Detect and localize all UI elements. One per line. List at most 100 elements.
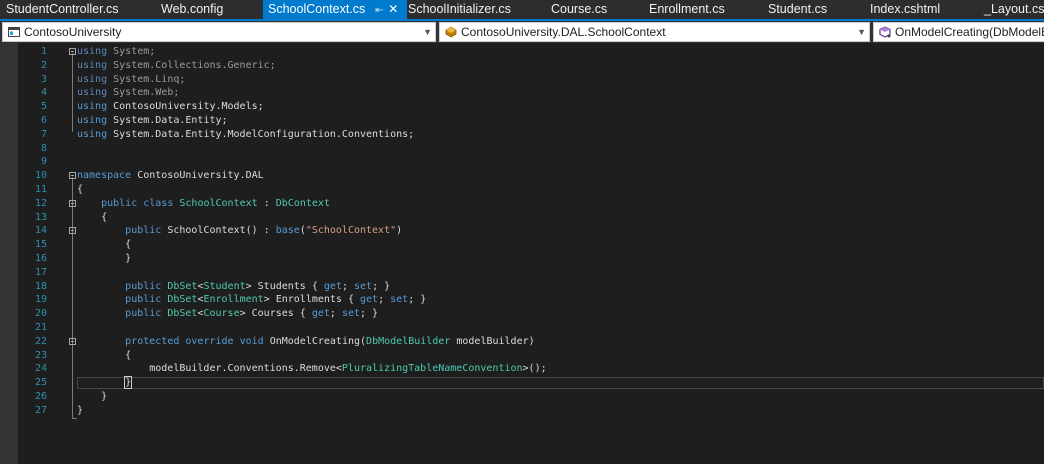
code-line[interactable]: 16 } (0, 252, 1044, 266)
line-number: 25 (34, 377, 47, 389)
code-line[interactable]: 11 { (0, 183, 1044, 197)
code-editor[interactable]: 1 using System; 2 using System.Collections.… (0, 43, 1044, 464)
code-line[interactable]: 12 public class SchoolContext : DbContex… (0, 197, 1044, 211)
code-line[interactable]: 18 public DbSet<Student> Students { get;… (0, 280, 1044, 294)
code-line[interactable]: 13 { (0, 211, 1044, 225)
tab-school-initializer[interactable]: SchoolInitializer.cs (408, 0, 511, 19)
tab-index-cshtml[interactable]: Index.cshtml (870, 0, 940, 19)
code-line[interactable]: 5 using ContosoUniversity.Models; (0, 100, 1044, 114)
code-line[interactable]: 9 (0, 155, 1044, 169)
code-token: set (341, 308, 361, 320)
collapse-icon[interactable] (69, 48, 76, 55)
code-token: OnModelCreating( (263, 335, 367, 347)
tab-enrollment[interactable]: Enrollment.cs (649, 0, 725, 19)
tab-student-controller[interactable]: StudentController.cs (6, 0, 119, 19)
code-token: "SchoolContext" (305, 225, 397, 237)
code-token: using (77, 115, 108, 126)
code-text: using System.Data.Entity.ModelConfigurat… (77, 128, 414, 142)
tab-label: SchoolInitializer.cs (408, 2, 511, 16)
line-number: 8 (40, 142, 47, 154)
code-line[interactable]: 21 (0, 321, 1044, 335)
line-number: 3 (40, 73, 47, 85)
tab-school-context[interactable]: SchoolContext.cs ⇤ ✕ (263, 0, 407, 19)
code-line[interactable]: 27} (0, 404, 1044, 418)
class-icon (445, 26, 457, 38)
code-line[interactable]: 1 using System; (0, 45, 1044, 59)
close-icon[interactable]: ✕ (387, 0, 399, 19)
code-line[interactable]: 15 { (0, 238, 1044, 252)
code-text: using System; (77, 45, 155, 59)
code-line[interactable]: 3 using System.Linq; (0, 73, 1044, 87)
document-tab-strip: StudentController.cs Web.config SchoolCo… (0, 0, 1044, 21)
type-dropdown[interactable]: ContosoUniversity.DAL.SchoolContext ▼ (439, 22, 870, 42)
code-token: using (77, 101, 108, 113)
line-number: 9 (40, 156, 47, 168)
code-token: public (125, 308, 162, 320)
code-token: System.Web; (107, 87, 180, 99)
code-line[interactable]: 4 using System.Web; (0, 86, 1044, 100)
line-number: 2 (40, 59, 47, 71)
tab-layout-cshtml[interactable]: _Layout.cshtml (984, 0, 1044, 19)
member-name: OnModelCreating(DbModelBuilder modelBuil… (895, 25, 1044, 39)
code-token: >(); (522, 363, 547, 375)
code-token: set (390, 294, 409, 306)
code-line[interactable]: 23 { (0, 349, 1044, 363)
code-line[interactable]: 20 public DbSet<Course> Courses { get; s… (0, 307, 1044, 321)
code-token: } (77, 391, 108, 402)
code-line[interactable]: 22 protected override void OnModelCreati… (0, 335, 1044, 349)
project-icon (8, 26, 20, 37)
code-text: using System.Collections.Generic; (77, 59, 276, 73)
line-number: 20 (34, 308, 47, 320)
code-token: SchoolContext (179, 197, 258, 209)
code-line[interactable]: 2 using System.Collections.Generic; (0, 59, 1044, 73)
code-token: Enrollment (203, 294, 264, 306)
code-token: } (124, 376, 133, 390)
code-token: void (239, 335, 264, 347)
code-token: public (125, 294, 162, 306)
tab-course[interactable]: Course.cs (551, 0, 607, 19)
code-line[interactable]: 7 using System.Data.Entity.ModelConfigura… (0, 128, 1044, 142)
code-line[interactable]: 24 modelBuilder.Conventions.Remove<Plura… (0, 362, 1044, 376)
collapse-icon[interactable] (69, 199, 76, 207)
code-token: Course (203, 308, 240, 320)
code-line[interactable]: 19 public DbSet<Enrollment> Enrollments … (0, 293, 1044, 307)
member-dropdown[interactable]: OnModelCreating(DbModelBuilder modelBuil… (873, 22, 1044, 42)
code-line[interactable]: 26 } (0, 390, 1044, 404)
tab-label: SchoolContext.cs (268, 2, 366, 16)
code-token: DbModelBuilder (366, 335, 451, 347)
tab-web-config[interactable]: Web.config (161, 0, 223, 19)
code-line[interactable]: 10 namespace ContosoUniversity.DAL (0, 169, 1044, 183)
code-token: ; } (408, 294, 427, 306)
code-line[interactable]: 14 public SchoolContext() : base("School… (0, 224, 1044, 238)
tab-label: Student.cs (768, 2, 828, 16)
code-line[interactable]: 8 (0, 142, 1044, 156)
code-text: public DbSet<Student> Students { get; se… (77, 280, 390, 294)
pin-icon[interactable]: ⇤ (373, 1, 385, 20)
code-token: { (77, 349, 132, 361)
code-line[interactable]: 17 (0, 266, 1044, 280)
code-token: PluralizingTableNameConvention (341, 363, 523, 375)
tab-student[interactable]: Student.cs (768, 0, 827, 19)
code-token: Student (203, 280, 246, 292)
code-token: System.Collections.Generic; (107, 59, 276, 71)
collapse-icon[interactable] (69, 227, 76, 235)
code-line[interactable]: 6 using System.Data.Entity; (0, 114, 1044, 128)
tab-label: Web.config (161, 2, 224, 16)
code-token: public (125, 225, 162, 237)
code-token: ; } (360, 308, 379, 320)
project-dropdown[interactable]: ContosoUniversity ▼ (2, 22, 436, 42)
code-token: } (77, 253, 132, 264)
code-token: DbSet (167, 294, 198, 306)
line-number: 10 (34, 170, 47, 182)
collapse-icon[interactable] (69, 337, 76, 345)
code-token: System.Linq; (107, 73, 186, 85)
line-number: 24 (34, 363, 47, 375)
collapse-icon[interactable] (69, 172, 76, 180)
navigation-bar: ContosoUniversity ▼ ContosoUniversity.DA… (0, 21, 1044, 43)
code-text: } (77, 390, 107, 404)
code-token: } (77, 404, 84, 416)
code-line[interactable]: 25 } (0, 376, 1044, 390)
